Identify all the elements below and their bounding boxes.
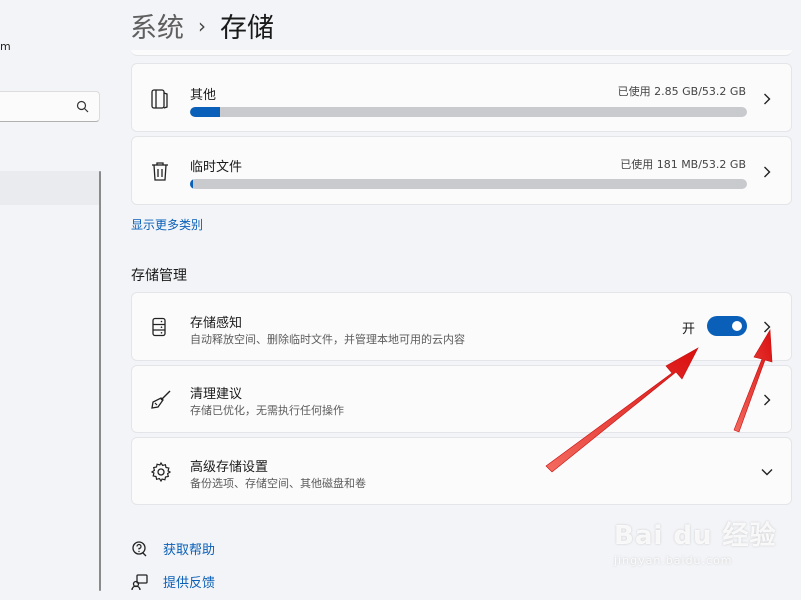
storage-sense-toggle-state: 开: [681, 322, 695, 337]
previous-card-edge: [131, 50, 792, 56]
baidu-watermark: Bai du 经验 jingyan.baidu.com: [614, 515, 777, 567]
page-title: 存储: [220, 13, 274, 44]
chevron-right-icon: [764, 394, 771, 406]
breadcrumb-system-link[interactable]: 系统: [130, 6, 184, 45]
storage-used-label: 已使用 181 MB/53.2 GB: [620, 158, 746, 171]
feedback-icon: [131, 573, 148, 590]
advanced-storage-settings-row[interactable]: 高级存储设置 备份选项、存储空间、其他磁盘和卷: [131, 437, 792, 505]
give-feedback-link[interactable]: 提供反馈: [131, 572, 215, 591]
settings-search-input[interactable]: [0, 91, 100, 122]
give-feedback-label: 提供反馈: [163, 576, 216, 591]
hard-drive-icon: [152, 317, 166, 337]
toggle-knob: [732, 321, 742, 331]
storage-category-other[interactable]: 其他 已使用 2.85 GB/53.2 GB: [131, 63, 792, 132]
sidebar-scrollbar[interactable]: [99, 171, 101, 591]
storage-usage-bar: [190, 179, 747, 189]
storage-category-temp-files[interactable]: 临时文件 已使用 181 MB/53.2 GB: [131, 136, 792, 205]
storage-category-title: 临时文件: [190, 160, 243, 175]
storage-usage-fill: [190, 179, 194, 189]
show-more-categories-link[interactable]: 显示更多类别: [131, 216, 203, 233]
trash-icon: [152, 162, 168, 181]
section-heading-storage-management: 存储管理: [131, 268, 187, 284]
storage-sense-toggle[interactable]: [707, 316, 747, 336]
cleanup-recommendations-title: 清理建议: [190, 387, 243, 402]
cleanup-recommendations-row[interactable]: 清理建议 存储已优化，无需执行任何操作: [131, 365, 792, 433]
sidebar-item-system-selected[interactable]: [0, 171, 100, 205]
watermark-logo: Bai du 经验: [614, 521, 777, 551]
chevron-right-icon: [764, 166, 771, 178]
storage-sense-row[interactable]: 存储感知 自动释放空间、删除临时文件，并管理本地可用的云内容 开: [131, 292, 792, 361]
storage-used-label: 已使用 2.85 GB/53.2 GB: [617, 85, 746, 98]
storage-usage-bar: [190, 107, 747, 117]
storage-sense-title: 存储感知: [190, 316, 243, 331]
document-icon: [151, 89, 168, 109]
search-icon: [76, 100, 89, 113]
breadcrumb-separator: ›: [198, 13, 206, 38]
chevron-down-icon[interactable]: [761, 468, 773, 476]
advanced-storage-settings-description: 备份选项、存储空间、其他磁盘和卷: [190, 477, 366, 490]
chevron-right-icon[interactable]: [763, 321, 771, 333]
navigation-sidebar: m: [0, 0, 110, 600]
storage-sense-description: 自动释放空间、删除临时文件，并管理本地可用的云内容: [190, 333, 465, 346]
account-email-fragment: m: [0, 40, 11, 53]
breadcrumb: 系统 › 存储: [130, 6, 274, 45]
chevron-right-icon: [764, 93, 771, 105]
gear-icon: [150, 461, 172, 483]
get-help-link[interactable]: 获取帮助: [131, 539, 215, 558]
help-chat-icon: [132, 540, 147, 556]
cleanup-recommendations-description: 存储已优化，无需执行任何操作: [190, 404, 344, 417]
storage-usage-fill: [190, 107, 221, 117]
advanced-storage-settings-title: 高级存储设置: [190, 460, 269, 475]
watermark-url: jingyan.baidu.com: [614, 554, 733, 567]
get-help-label: 获取帮助: [163, 543, 216, 558]
broom-icon: [151, 390, 171, 409]
storage-category-title: 其他: [190, 88, 217, 103]
